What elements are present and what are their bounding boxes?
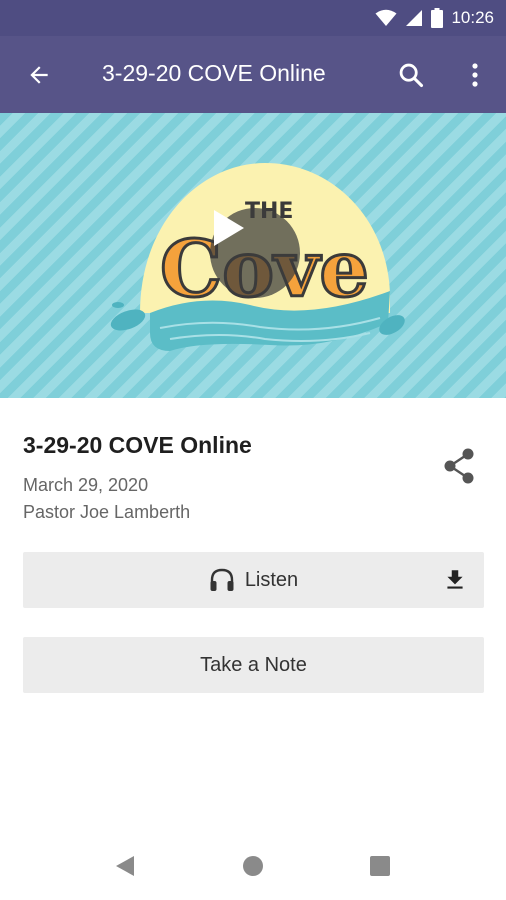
download-icon [447,570,463,589]
nav-back-icon[interactable] [114,854,136,878]
sermon-speaker: Pastor Joe Lamberth [23,502,191,522]
search-button[interactable] [394,58,428,92]
page-title: 3-29-20 COVE Online [102,60,326,86]
play-icon [214,210,244,246]
more-vertical-icon [472,63,478,87]
download-button[interactable] [440,566,470,594]
status-icons: 10:26 [375,6,494,30]
sermon-title: 3-29-20 COVE Online [23,432,252,458]
wifi-icon [375,9,397,26]
sermon-date: March 29, 2020 [23,475,149,495]
cell-signal-icon [406,10,423,26]
nav-recents-icon[interactable] [370,856,390,876]
sermon-artwork[interactable]: THE Cove [0,113,506,398]
search-icon [399,63,424,88]
more-options-button[interactable] [460,58,490,92]
arrow-left-icon [30,66,48,84]
headphones-icon [210,568,234,591]
nav-home-icon[interactable] [243,856,263,876]
share-button[interactable] [440,446,478,486]
note-content: Take a Note [23,637,484,693]
app-bar: 3-29-20 COVE Online [0,36,506,113]
system-nav-bar [0,830,506,900]
status-bar: 10:26 [0,0,506,36]
battery-icon [431,8,444,28]
take-a-note-label: Take a Note [200,653,307,676]
back-button[interactable] [22,58,56,92]
play-button[interactable] [210,208,300,298]
listen-button[interactable]: Listen [23,552,484,608]
listen-content: Listen [23,552,484,608]
status-time: 10:26 [451,8,494,27]
share-icon [444,448,474,484]
take-a-note-button[interactable]: Take a Note [23,637,484,693]
listen-label: Listen [244,568,299,591]
